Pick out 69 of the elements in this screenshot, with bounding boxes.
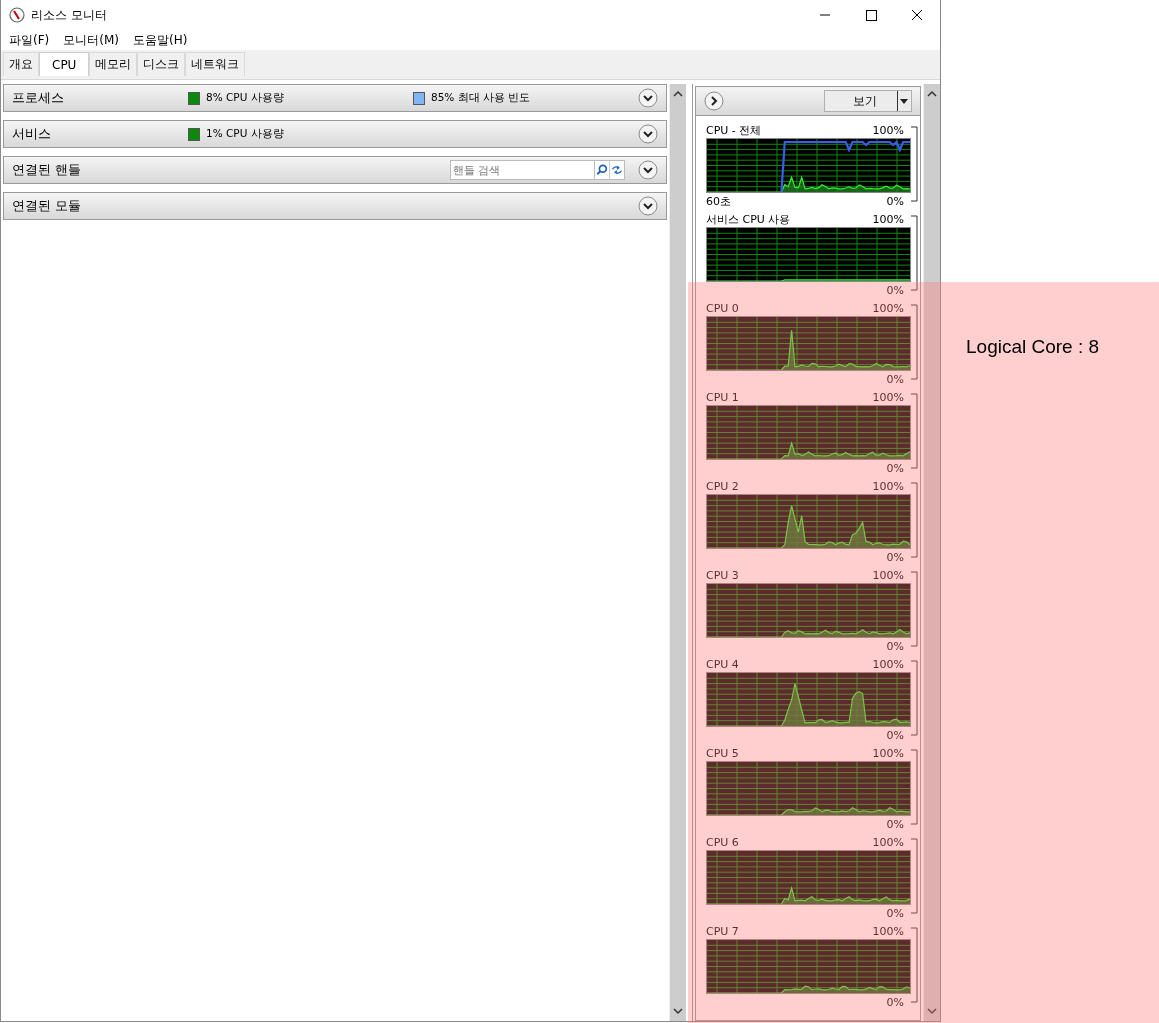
gauge-icon — [9, 7, 25, 23]
search-icon[interactable] — [595, 160, 609, 180]
section-header[interactable]: 프로세스 8% CPU 사용량 85% 최대 사용 빈도 — [3, 84, 667, 112]
graph-title: CPU 4 — [706, 658, 739, 672]
scroll-down-icon[interactable] — [673, 1007, 683, 1015]
section-title: 연결된 핸들 — [12, 161, 82, 179]
view-dropdown[interactable]: 보기 — [824, 90, 912, 112]
search-field[interactable]: 핸들 검색 — [450, 160, 595, 180]
section-header[interactable]: 연결된 모듈 — [3, 192, 667, 220]
graph-title: CPU 7 — [706, 925, 739, 939]
scroll-up-icon[interactable] — [927, 90, 937, 98]
chevron-down-icon[interactable] — [638, 196, 658, 216]
graph-title: CPU - 전체 — [706, 124, 762, 138]
graph-min-label: 0% — [886, 907, 904, 921]
scrollbar[interactable] — [669, 84, 686, 1021]
stat-label: 1% CPU 사용량 — [206, 127, 284, 141]
section-title: 연결된 모듈 — [12, 197, 82, 215]
graph-min-label: 0% — [886, 195, 904, 209]
graph-title: CPU 6 — [706, 836, 739, 850]
graph-min-label: 0% — [886, 640, 904, 654]
tab[interactable]: 네트워크 — [185, 52, 246, 76]
window-title: 리소스 모니터 — [31, 6, 107, 24]
graph-min-label: 0% — [886, 996, 904, 1010]
chevron-right-icon[interactable] — [704, 91, 724, 111]
chevron-down-icon[interactable] — [638, 160, 658, 180]
tab[interactable]: 개요 — [3, 52, 39, 76]
section-header[interactable]: 서비스 1% CPU 사용량 — [3, 120, 667, 148]
graph-min-label: 0% — [886, 462, 904, 476]
section-header[interactable]: 연결된 핸들 핸들 검색 — [3, 156, 667, 184]
graph-max-label: 100% — [872, 836, 904, 850]
scroll-down-icon[interactable] — [927, 1007, 937, 1015]
graph-max-label: 100% — [872, 925, 904, 939]
graph-min-label: 0% — [886, 284, 904, 298]
graph-max-label: 100% — [872, 391, 904, 405]
graph-title: CPU 1 — [706, 391, 739, 405]
graph-time-label: 60초 — [706, 195, 731, 209]
graph-max-label: 100% — [872, 658, 904, 672]
chevron-down-icon[interactable] — [638, 88, 658, 108]
graph-min-label: 0% — [886, 729, 904, 743]
annotation-text: Logical Core : 8 — [966, 336, 1100, 358]
section-title: 서비스 — [12, 125, 52, 143]
tab[interactable]: 디스크 — [137, 52, 186, 76]
scrollbar[interactable] — [923, 84, 940, 1021]
stat-label: 8% CPU 사용량 — [206, 91, 284, 105]
graph-max-label: 100% — [872, 747, 904, 761]
graph-max-label: 100% — [872, 213, 904, 227]
graph-min-label: 0% — [886, 373, 904, 387]
refresh-arrows-icon[interactable] — [609, 160, 625, 180]
graph-max-label: 100% — [872, 480, 904, 494]
graph-title: CPU 3 — [706, 569, 739, 583]
graph-title: CPU 0 — [706, 302, 739, 316]
tab[interactable]: CPU — [39, 52, 90, 76]
graph-min-label: 0% — [886, 551, 904, 565]
graph-max-label: 100% — [872, 124, 904, 138]
graph-title: CPU 5 — [706, 747, 739, 761]
menu-item[interactable]: 파일(F) — [9, 31, 50, 49]
tab[interactable]: 메모리 — [89, 52, 138, 76]
chevron-down-icon[interactable] — [638, 124, 658, 144]
graph-max-label: 100% — [872, 569, 904, 583]
dropdown-caret-icon — [897, 91, 909, 111]
graph-title: CPU 2 — [706, 480, 739, 494]
menu-item[interactable]: 모니터(M) — [63, 31, 119, 49]
stat-label: 85% 최대 사용 빈도 — [431, 91, 531, 105]
graph-title: 서비스 CPU 사용 — [706, 213, 791, 227]
scroll-up-icon[interactable] — [673, 90, 683, 98]
menu-item[interactable]: 도움말(H) — [133, 31, 188, 49]
graph-max-label: 100% — [872, 302, 904, 316]
section-title: 프로세스 — [12, 89, 65, 107]
graph-min-label: 0% — [886, 818, 904, 832]
